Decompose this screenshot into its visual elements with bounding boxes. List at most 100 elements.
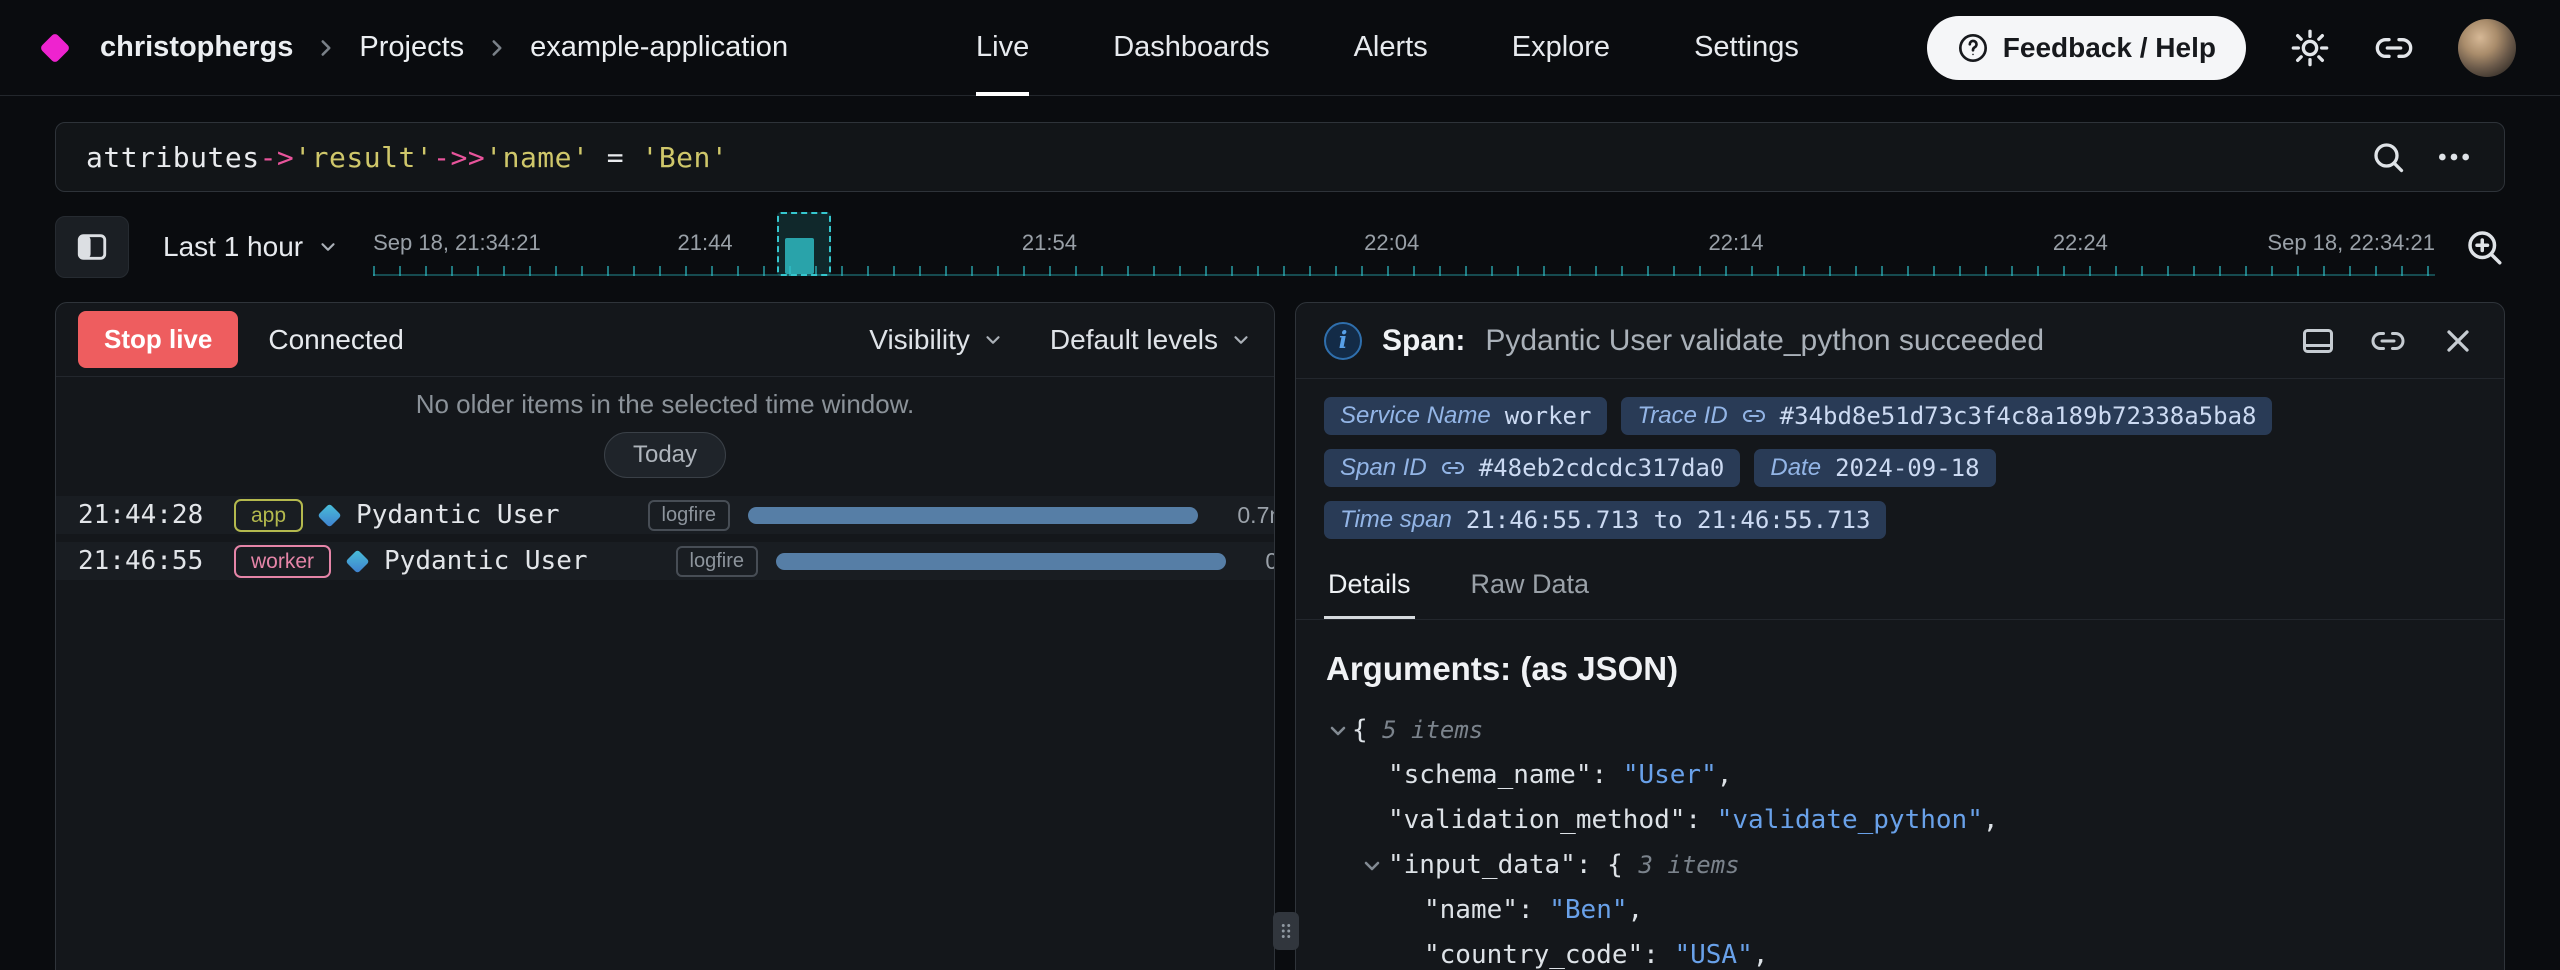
json-line: "schema_name": "User",: [1326, 753, 2474, 798]
theme-toggle-icon[interactable]: [2290, 28, 2330, 68]
badge-label: Time span: [1340, 506, 1452, 534]
json-token: "input_data": [1388, 850, 1576, 880]
nav-alerts[interactable]: Alerts: [1354, 0, 1428, 96]
breadcrumb-projects[interactable]: Projects: [359, 31, 464, 64]
timeline-tick: 21:44: [678, 230, 733, 256]
span-metadata-badges: Service NameworkerTrace ID#34bd8e51d73c3…: [1296, 379, 2504, 543]
json-token: ,: [1628, 895, 1644, 925]
detail-content: Arguments: (as JSON) { 5 items"schema_na…: [1296, 620, 2504, 970]
connection-status: Connected: [268, 324, 403, 356]
duration-bar: [748, 507, 1198, 524]
logfire-logo-icon[interactable]: [39, 32, 70, 63]
json-line: { 5 items: [1326, 708, 2474, 753]
json-line: "name": "Ben",: [1326, 888, 2474, 933]
log-time: 21:46:55: [78, 546, 216, 576]
nav-dashboards[interactable]: Dashboards: [1113, 0, 1269, 96]
badge-value: #34bd8e51d73c3f4c8a189b72338a5ba8: [1780, 402, 2257, 430]
metadata-badge: Time span 21:46:55.713 to 21:46:55.713: [1324, 501, 1886, 539]
feedback-help-button[interactable]: Feedback / Help: [1927, 16, 2246, 80]
log-title: Pydantic User: [356, 500, 560, 530]
search-icon[interactable]: [2370, 139, 2406, 175]
time-range-dropdown[interactable]: Last 1 hour: [157, 231, 345, 263]
timeline-selection[interactable]: [777, 212, 831, 276]
json-token: "country_code": [1424, 940, 1643, 970]
detail-tabs: Details Raw Data: [1296, 555, 2504, 620]
more-options-icon[interactable]: [2434, 137, 2474, 177]
metadata-badge: Span ID#48eb2cdcdc317da0: [1324, 449, 1740, 487]
duration-bar-fill: [776, 553, 1226, 570]
live-panel-controls: Visibility Default levels: [869, 324, 1252, 356]
pydantic-diamond-icon: [318, 503, 342, 527]
nav-explore[interactable]: Explore: [1512, 0, 1610, 96]
sidebar-toggle-button[interactable]: [55, 216, 129, 278]
breadcrumb: christophergs Projects example-applicati…: [100, 31, 788, 64]
query-token: 'Ben': [641, 141, 728, 174]
timeline-track[interactable]: Sep 18, 21:34:2121:4421:5422:0422:1422:2…: [373, 210, 2435, 284]
span-detail-panel: i Span: Pydantic User validate_python su…: [1295, 302, 2505, 970]
visibility-label: Visibility: [869, 324, 970, 356]
collapse-chevron-icon[interactable]: [1326, 719, 1350, 743]
nav-live[interactable]: Live: [976, 0, 1029, 96]
breadcrumb-app[interactable]: example-application: [530, 31, 788, 64]
query-token: =: [589, 141, 641, 174]
panel-resize-handle[interactable]: [1273, 912, 1299, 950]
default-levels-dropdown[interactable]: Default levels: [1050, 324, 1252, 356]
json-token: {: [1607, 850, 1638, 880]
timeline-tick: 21:54: [1022, 230, 1077, 256]
visibility-dropdown[interactable]: Visibility: [869, 324, 1004, 356]
badge-value: 21:46:55.713 to 21:46:55.713: [1466, 506, 1871, 534]
top-nav: Live Dashboards Alerts Explore Settings: [916, 0, 1799, 96]
log-duration: 0.7ms: [1244, 548, 1275, 575]
tab-details[interactable]: Details: [1324, 555, 1415, 619]
json-line: "validation_method": "validate_python",: [1326, 798, 2474, 843]
json-token: ,: [1717, 760, 1733, 790]
zoom-in-icon[interactable]: [2463, 226, 2505, 268]
query-token: 'name': [485, 141, 589, 174]
copy-link-icon[interactable]: [2370, 323, 2406, 359]
timeline-activity-bars: [785, 238, 814, 274]
timeline-tick: Sep 18, 22:34:21: [2267, 230, 2435, 256]
chevron-down-icon: [1230, 329, 1252, 351]
log-row[interactable]: 21:44:28appPydantic Userlogfire0.7ms: [56, 496, 1274, 534]
timeline-ruler-ticks: [373, 266, 2435, 276]
json-token: "schema_name": [1388, 760, 1592, 790]
query-text[interactable]: attributes->'result'->>'name' = 'Ben': [86, 141, 728, 174]
share-link-icon[interactable]: [2374, 28, 2414, 68]
link-icon[interactable]: [1742, 404, 1766, 428]
tab-raw-data[interactable]: Raw Data: [1467, 555, 1594, 619]
stop-live-button[interactable]: Stop live: [78, 311, 238, 368]
log-scope-tag: logfire: [676, 546, 758, 577]
duration-bar: [776, 553, 1226, 570]
main-content: Stop live Connected Visibility Default l…: [55, 302, 2505, 970]
empty-window-message: No older items in the selected time wind…: [56, 389, 1274, 420]
json-token: {: [1352, 715, 1368, 745]
nav-settings[interactable]: Settings: [1694, 0, 1799, 96]
page: { "topbar": { "org": "christophergs", "s…: [0, 0, 2560, 970]
breadcrumb-org[interactable]: christophergs: [100, 31, 293, 64]
topbar-actions: Feedback / Help: [1927, 16, 2516, 80]
query-token: 'result': [294, 141, 433, 174]
collapse-chevron-icon[interactable]: [1360, 854, 1384, 878]
json-token: ,: [1753, 940, 1769, 970]
badge-label: Span ID: [1340, 454, 1427, 482]
today-button[interactable]: Today: [604, 432, 726, 478]
dock-panel-icon[interactable]: [2300, 323, 2336, 359]
json-line: "country_code": "USA",: [1326, 933, 2474, 970]
span-title: Pydantic User validate_python succeeded: [1485, 324, 2044, 358]
arguments-heading: Arguments: (as JSON): [1326, 650, 2474, 688]
close-icon[interactable]: [2440, 323, 2476, 359]
badge-label: Date: [1770, 454, 1821, 482]
link-icon[interactable]: [1441, 456, 1465, 480]
span-label: Span:: [1382, 324, 1465, 358]
topbar: christophergs Projects example-applicati…: [0, 0, 2560, 96]
json-token: :: [1518, 895, 1549, 925]
log-rows: 21:44:28appPydantic Userlogfire0.7ms 21:4…: [56, 496, 1274, 580]
json-token: "validation_method": [1388, 805, 1685, 835]
feedback-label: Feedback / Help: [2003, 32, 2216, 64]
chevron-right-icon: [313, 35, 339, 61]
badge-value: worker: [1505, 402, 1592, 430]
user-avatar[interactable]: [2458, 19, 2516, 77]
json-token: 3 items: [1638, 851, 1739, 879]
query-bar[interactable]: attributes->'result'->>'name' = 'Ben': [55, 122, 2505, 192]
log-row[interactable]: 21:46:55workerPydantic Userlogfire0.7ms: [56, 542, 1274, 580]
